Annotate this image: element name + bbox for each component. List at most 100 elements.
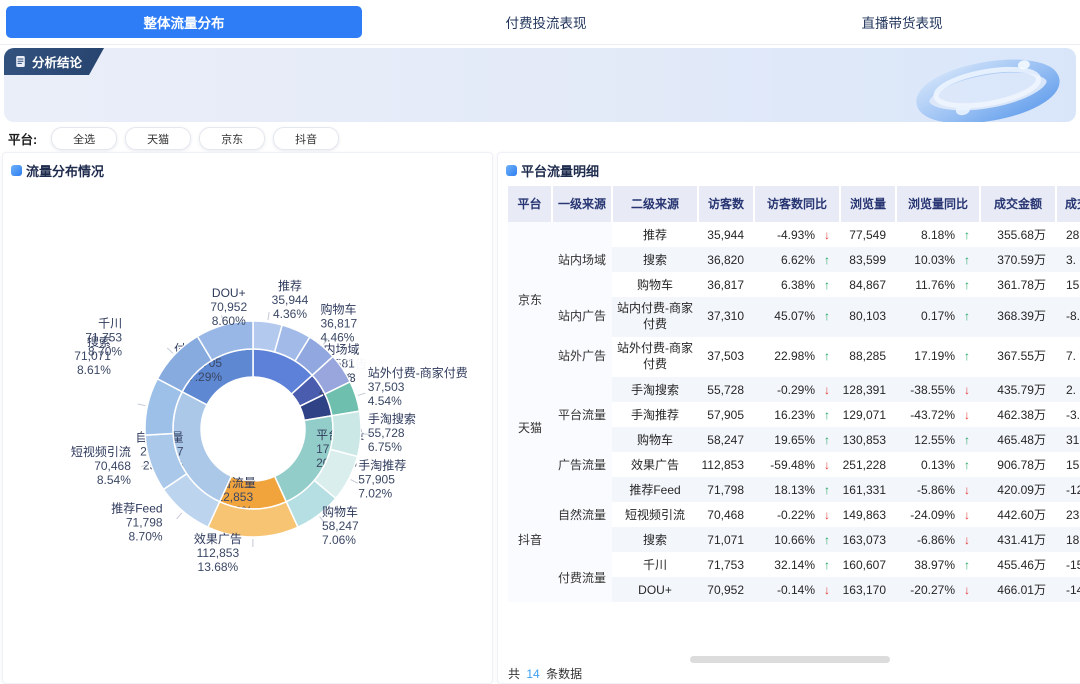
cell-visitors-yoy: -0.29%↓ (754, 377, 840, 402)
platform-chip-all[interactable]: 全选 (51, 127, 117, 150)
cell-gmv-yoy: 23 (1056, 502, 1080, 527)
cell-gmv-yoy: -3. (1056, 402, 1080, 427)
panel-title-icon (506, 165, 517, 176)
platform-filter-label: 平台: (8, 129, 37, 148)
cell-views-yoy: -43.72%↓ (896, 402, 980, 427)
cell-source-level1: 自然流量 (552, 477, 612, 552)
cell-visitors: 71,753 (698, 552, 754, 577)
up-arrow-icon: ↑ (820, 253, 834, 267)
horizontal-scrollbar-thumb[interactable] (690, 656, 890, 663)
cell-visitors-yoy: -4.93%↓ (754, 222, 840, 247)
up-arrow-icon: ↑ (820, 278, 834, 292)
down-arrow-icon: ↓ (960, 583, 974, 597)
cell-gmv-yoy: -8. (1056, 297, 1080, 337)
cell-source-level2: 短视频引流 (612, 502, 698, 527)
cell-views-yoy: -20.27%↓ (896, 577, 980, 602)
cell-source-level2: 手淘搜索 (612, 377, 698, 402)
cell-views: 251,228 (840, 452, 896, 477)
cell-gmv-yoy: 31 (1056, 427, 1080, 452)
down-arrow-icon: ↓ (820, 583, 834, 597)
up-arrow-icon: ↑ (960, 253, 974, 267)
chart-label-购物车: 购物车36,8174.46% (320, 302, 357, 345)
cell-views-yoy: -6.86%↓ (896, 527, 980, 552)
tab-live-commerce[interactable]: 直播带货表现 (724, 0, 1080, 44)
cell-gmv: 455.46万 (980, 552, 1056, 577)
cell-source-level2: DOU+ (612, 577, 698, 602)
cell-views: 77,549 (840, 222, 896, 247)
chart-label-DOU+: DOU+70,9528.60% (210, 286, 247, 328)
tab-overall-traffic[interactable]: 整体流量分布 (6, 6, 362, 38)
cell-gmv: 906.78万 (980, 452, 1056, 477)
cell-visitors: 36,820 (698, 247, 754, 272)
platform-filter: 平台: 全选 天猫 京东 抖音 (8, 127, 339, 150)
cell-views: 129,071 (840, 402, 896, 427)
cell-gmv-yoy: 18 (1056, 527, 1080, 552)
up-arrow-icon: ↑ (820, 558, 834, 572)
dashboard-page: 整体流量分布 付费投流表现 直播带货表现 分析结论 (0, 0, 1080, 684)
cell-visitors-yoy: 45.07%↑ (754, 297, 840, 337)
cell-views: 163,073 (840, 527, 896, 552)
cell-gmv-yoy: -15 (1056, 552, 1080, 577)
cell-gmv: 465.48万 (980, 427, 1056, 452)
cell-visitors: 71,798 (698, 477, 754, 502)
cell-gmv-yoy: 28 (1056, 222, 1080, 247)
footer-suffix: 条数据 (546, 667, 582, 681)
platform-traffic-detail-panel: 平台流量明细 平台一级来源二级来源访客数访客数同比浏览量浏览量同比成交金额成交金… (497, 152, 1080, 684)
cell-visitors: 37,503 (698, 337, 754, 377)
cell-visitors: 37,310 (698, 297, 754, 337)
platform-chip-jd[interactable]: 京东 (199, 127, 265, 150)
up-arrow-icon: ↑ (820, 408, 834, 422)
down-arrow-icon: ↓ (820, 383, 834, 397)
up-arrow-icon: ↑ (960, 309, 974, 325)
cell-views-yoy: 0.17%↑ (896, 297, 980, 337)
cell-views-yoy: 38.97%↑ (896, 552, 980, 577)
cell-source-level1: 付费流量 (552, 552, 612, 602)
cell-gmv: 367.55万 (980, 337, 1056, 377)
cell-visitors-yoy: 10.66%↑ (754, 527, 840, 552)
cell-source-level2: 效果广告 (612, 452, 698, 477)
chart-label-手淘搜索: 手淘搜索55,7286.75% (368, 411, 416, 454)
platform-chip-douyin[interactable]: 抖音 (273, 127, 339, 150)
cell-gmv: 435.79万 (980, 377, 1056, 402)
cell-views: 88,285 (840, 337, 896, 377)
cell-gmv-yoy: -12 (1056, 477, 1080, 502)
ribbon-label: 分析结论 (32, 52, 82, 71)
label-leader-line (358, 393, 366, 395)
down-arrow-icon: ↓ (960, 533, 974, 547)
cell-views-yoy: -38.55%↓ (896, 377, 980, 402)
cell-source-level1: 平台流量 (552, 377, 612, 452)
cell-platform: 天猫 (508, 377, 552, 477)
cell-views-yoy: 10.03%↑ (896, 247, 980, 272)
cell-gmv: 420.09万 (980, 477, 1056, 502)
table-row: 京东站内场域推荐35,944-4.93%↓77,5498.18%↑355.68万… (508, 222, 1080, 247)
cell-visitors-yoy: 16.23%↑ (754, 402, 840, 427)
cell-visitors: 58,247 (698, 427, 754, 452)
up-arrow-icon: ↑ (960, 558, 974, 572)
up-arrow-icon: ↑ (820, 433, 834, 447)
cell-visitors-yoy: 19.65%↑ (754, 427, 840, 452)
chart-label-推荐Feed: 推荐Feed71,7988.70% (111, 502, 163, 544)
up-arrow-icon: ↑ (960, 278, 974, 292)
column-header: 访客数 (698, 186, 754, 222)
top-tab-bar: 整体流量分布 付费投流表现 直播带货表现 (0, 0, 1080, 45)
cell-views: 84,867 (840, 272, 896, 297)
cell-visitors-yoy: 22.98%↑ (754, 337, 840, 377)
label-leader-line (268, 312, 269, 320)
sunburst-segment-手淘搜索[interactable] (330, 411, 361, 456)
cell-views: 149,863 (840, 502, 896, 527)
cell-views: 130,853 (840, 427, 896, 452)
up-arrow-icon: ↑ (960, 433, 974, 447)
traffic-sunburst-chart: 站内场域109,58113.28%站外广告37,5034.54%平台流量171,… (3, 153, 492, 683)
cell-platform: 京东 (508, 222, 552, 377)
column-header: 平台 (508, 186, 552, 222)
table-header-row: 平台一级来源二级来源访客数访客数同比浏览量浏览量同比成交金额成交金额同比 (508, 186, 1080, 222)
cell-gmv-yoy: 3. (1056, 247, 1080, 272)
cell-source-level2: 手淘推荐 (612, 402, 698, 427)
platform-chip-tmall[interactable]: 天猫 (125, 127, 191, 150)
tab-paid-traffic[interactable]: 付费投流表现 (368, 0, 724, 44)
cell-source-level2: 推荐 (612, 222, 698, 247)
cell-gmv: 368.39万 (980, 297, 1056, 337)
decorative-ring-graphic (900, 50, 1070, 122)
cell-views: 128,391 (840, 377, 896, 402)
cell-source-level2: 购物车 (612, 272, 698, 297)
